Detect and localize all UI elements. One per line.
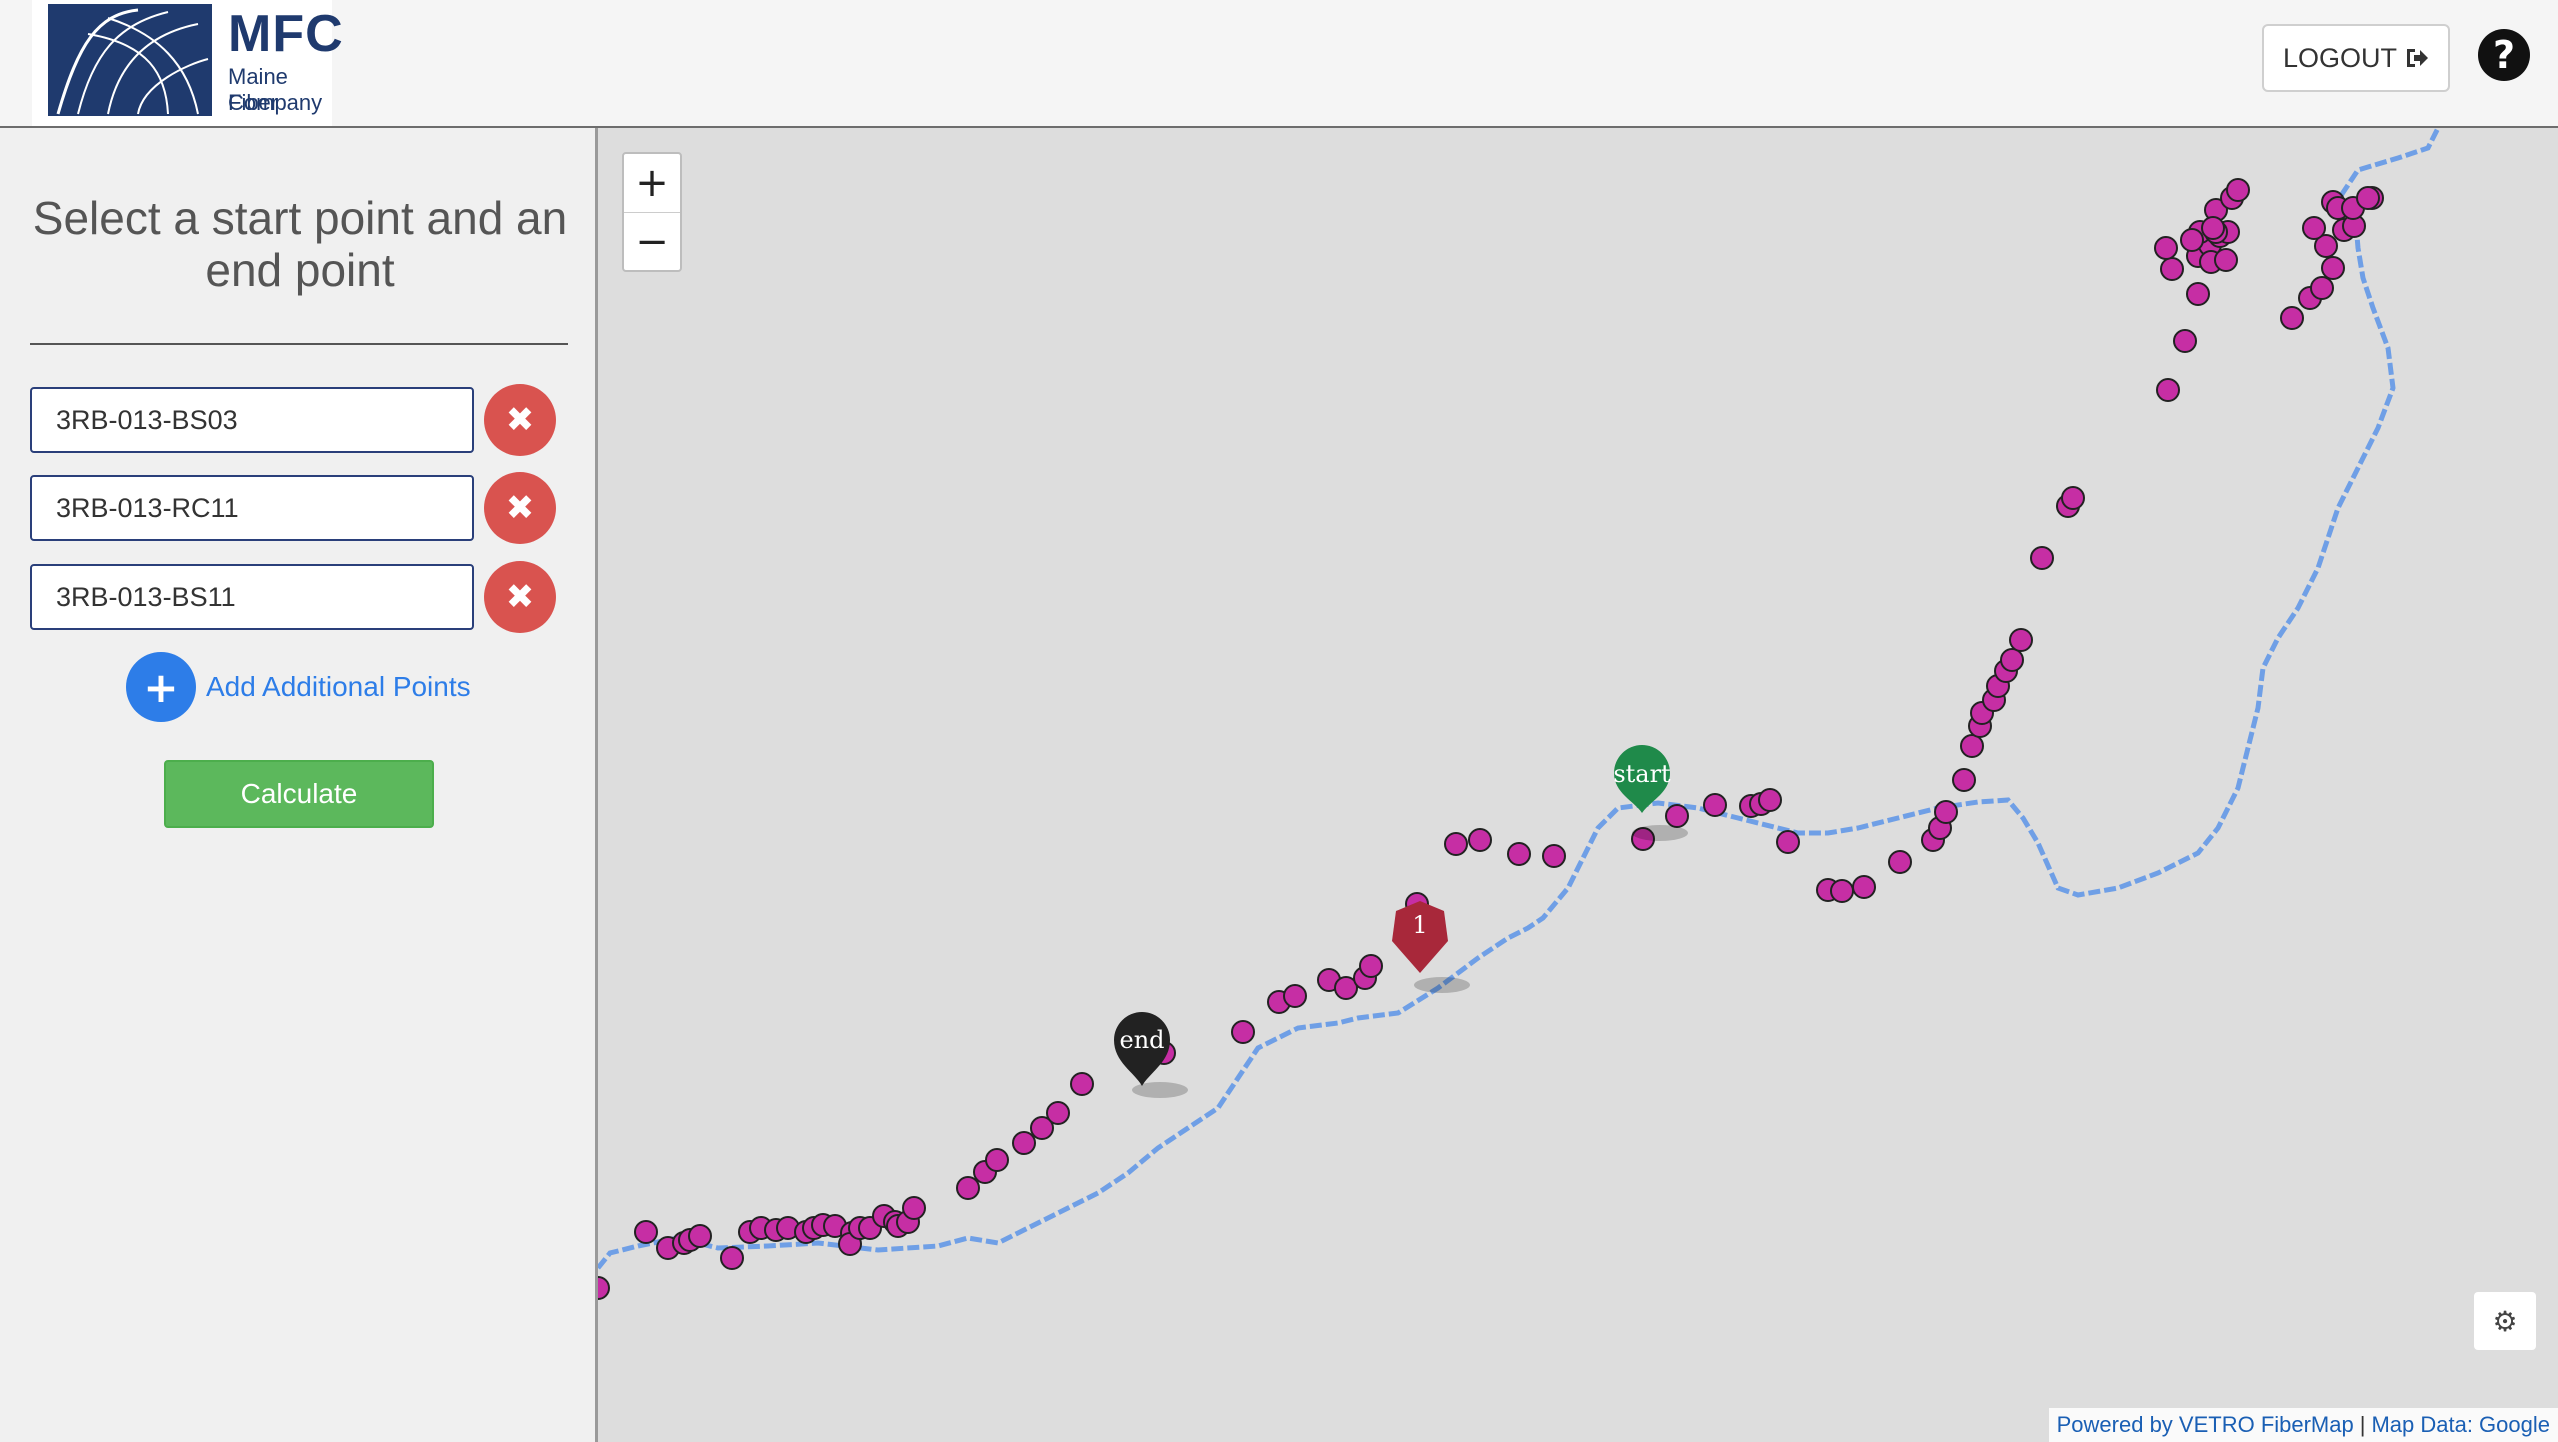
zoom-in-button[interactable]: + bbox=[624, 154, 680, 213]
sign-out-icon bbox=[2407, 49, 2428, 67]
add-points-button[interactable]: + Add Additional Points bbox=[126, 652, 471, 722]
network-node[interactable] bbox=[2061, 486, 2085, 510]
network-node[interactable] bbox=[902, 1196, 926, 1220]
map-canvas[interactable]: start 1 end bbox=[598, 128, 2558, 1442]
route-sidebar: Select a start point and an end point ✖ … bbox=[0, 128, 598, 1442]
logout-label: LOGOUT bbox=[2282, 42, 2397, 73]
network-node[interactable] bbox=[1703, 793, 1727, 817]
waypoint-marker[interactable]: 1 bbox=[1392, 901, 1470, 993]
network-node[interactable] bbox=[2356, 186, 2380, 210]
network-node[interactable] bbox=[2009, 628, 2033, 652]
network-node[interactable] bbox=[2030, 546, 2054, 570]
network-node[interactable] bbox=[1283, 984, 1307, 1008]
start-point-input[interactable] bbox=[30, 387, 474, 453]
map-data-link[interactable]: Map Data: Google bbox=[2371, 1412, 2550, 1438]
end-point-input[interactable] bbox=[30, 564, 474, 630]
network-node[interactable] bbox=[2160, 257, 2184, 281]
start-marker-label: start bbox=[1613, 760, 1671, 788]
network-node[interactable] bbox=[1468, 828, 1492, 852]
network-node[interactable] bbox=[1231, 1020, 1255, 1044]
network-node[interactable] bbox=[956, 1176, 980, 1200]
end-marker-label: end bbox=[1119, 1026, 1164, 1054]
network-node[interactable] bbox=[2201, 216, 2225, 240]
vetro-link[interactable]: Powered by VETRO FiberMap bbox=[2057, 1412, 2354, 1438]
network-nodes bbox=[598, 178, 2384, 1300]
network-node[interactable] bbox=[2000, 648, 2024, 672]
sidebar-title: Select a start point and an end point bbox=[32, 192, 568, 296]
network-node[interactable] bbox=[2280, 306, 2304, 330]
end-marker[interactable]: end bbox=[1114, 1012, 1188, 1098]
network-node[interactable] bbox=[634, 1220, 658, 1244]
fiber-route-line bbox=[598, 128, 2441, 1270]
network-node[interactable] bbox=[1046, 1101, 1070, 1125]
network-node[interactable] bbox=[2173, 329, 2197, 353]
company-logo[interactable]: MFC Maine Fiber Company bbox=[32, 0, 343, 126]
network-node[interactable] bbox=[2156, 378, 2180, 402]
calculate-button[interactable]: Calculate bbox=[164, 760, 434, 828]
logo-line-2: Company bbox=[228, 90, 323, 115]
network-node[interactable] bbox=[985, 1148, 1009, 1172]
remove-start-point-button[interactable]: ✖ bbox=[484, 384, 556, 456]
zoom-out-button[interactable]: − bbox=[624, 213, 680, 271]
map-attribution: Powered by VETRO FiberMap | Map Data: Go… bbox=[2048, 1408, 2558, 1442]
network-node[interactable] bbox=[1070, 1072, 1094, 1096]
divider bbox=[30, 343, 568, 345]
waypoint-marker-label: 1 bbox=[1412, 911, 1427, 939]
network-node[interactable] bbox=[1444, 832, 1468, 856]
network-node[interactable] bbox=[1758, 788, 1782, 812]
app-header: MFC Maine Fiber Company LOGOUT ? bbox=[0, 0, 2558, 128]
close-icon: ✖ bbox=[505, 488, 535, 528]
network-node[interactable] bbox=[1359, 954, 1383, 978]
network-node[interactable] bbox=[2154, 236, 2178, 260]
network-node[interactable] bbox=[1776, 830, 1800, 854]
network-node[interactable] bbox=[2321, 256, 2345, 280]
network-node[interactable] bbox=[1507, 842, 1531, 866]
network-node[interactable] bbox=[2180, 228, 2204, 252]
close-icon: ✖ bbox=[505, 400, 535, 440]
question-circle-icon[interactable]: ? bbox=[2478, 29, 2530, 81]
network-node[interactable] bbox=[2302, 216, 2326, 240]
network-node[interactable] bbox=[2214, 248, 2238, 272]
network-node[interactable] bbox=[1888, 850, 1912, 874]
network-node[interactable] bbox=[1852, 875, 1876, 899]
network-node[interactable] bbox=[1542, 844, 1566, 868]
map-settings-button[interactable]: ⚙ bbox=[2474, 1292, 2536, 1350]
remove-end-point-button[interactable]: ✖ bbox=[484, 561, 556, 633]
network-node[interactable] bbox=[2186, 282, 2210, 306]
network-node[interactable] bbox=[598, 1276, 610, 1300]
fiber-map[interactable]: start 1 end + − ⚙ Powered by VETRO Fiber… bbox=[598, 128, 2558, 1442]
network-node[interactable] bbox=[1830, 879, 1854, 903]
attribution-separator: | bbox=[2359, 1412, 2366, 1437]
network-node[interactable] bbox=[1952, 768, 1976, 792]
network-node[interactable] bbox=[1012, 1131, 1036, 1155]
gear-icon: ⚙ bbox=[2492, 1304, 2518, 1338]
network-node[interactable] bbox=[2310, 276, 2334, 300]
network-node[interactable] bbox=[1934, 800, 1958, 824]
network-node[interactable] bbox=[2226, 178, 2250, 202]
add-points-label: Add Additional Points bbox=[206, 671, 471, 702]
network-node[interactable] bbox=[688, 1224, 712, 1248]
network-node[interactable] bbox=[1665, 804, 1689, 828]
logo-abbrev: MFC bbox=[228, 5, 344, 63]
zoom-control: + − bbox=[622, 152, 682, 272]
logo-mark-icon bbox=[48, 4, 212, 116]
close-icon: ✖ bbox=[505, 577, 535, 617]
plus-icon: + bbox=[126, 652, 196, 722]
remove-waypoint-button[interactable]: ✖ bbox=[484, 472, 556, 544]
logout-button[interactable]: LOGOUT bbox=[2262, 24, 2450, 92]
network-node[interactable] bbox=[1960, 734, 1984, 758]
network-node[interactable] bbox=[720, 1246, 744, 1270]
waypoint-input[interactable] bbox=[30, 475, 474, 541]
